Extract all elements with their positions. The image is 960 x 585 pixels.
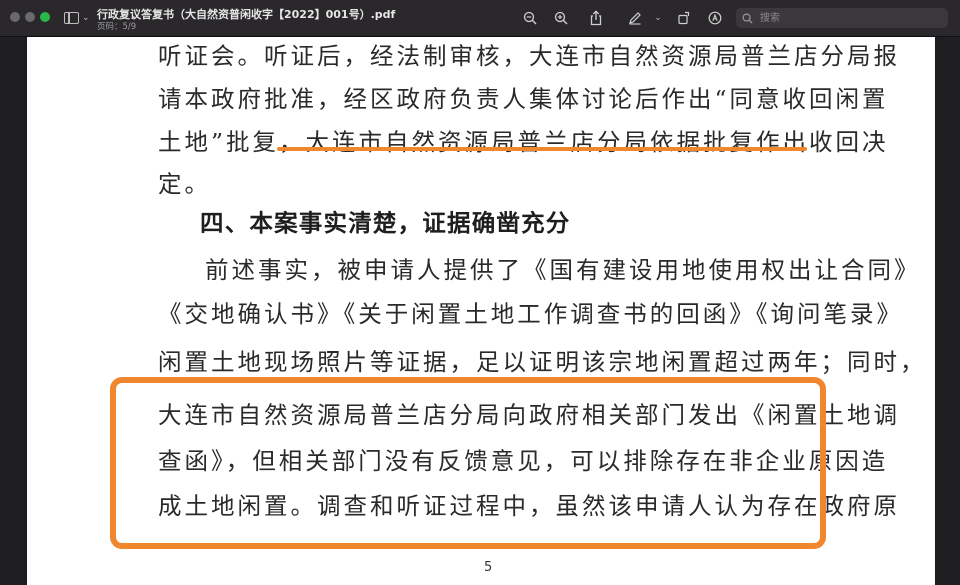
text-line: 听证会。听证后，经法制审核，大连市自然资源局普兰店分局报 xyxy=(158,42,900,70)
markup-button[interactable] xyxy=(625,8,645,28)
text-line: 土地”批复，大连市自然资源局普兰店分局依据批复作出收回决 xyxy=(158,128,889,156)
window-titlebar: ⌄ 行政复议答复书（大自然资普闲收字【2022】001号）.pdf 页码：5/9 xyxy=(0,0,960,37)
search-input[interactable] xyxy=(758,11,942,25)
section-heading: 四、本案事实清楚，证据确凿充分 xyxy=(200,209,571,237)
zoom-out-button[interactable] xyxy=(520,8,540,28)
orange-underline-annotation xyxy=(277,147,807,151)
search-icon xyxy=(742,13,753,24)
annotate-button[interactable] xyxy=(705,8,725,28)
sidebar-icon xyxy=(64,12,79,24)
page-indicator: 页码：5/9 xyxy=(97,22,137,32)
text-line: 定。 xyxy=(158,170,211,198)
rotate-icon xyxy=(678,11,690,25)
orange-highlight-box-annotation xyxy=(110,377,826,549)
document-title: 行政复议答复书（大自然资普闲收字【2022】001号）.pdf xyxy=(97,8,396,21)
page-number: 5 xyxy=(484,560,493,575)
text-line: 前述事实，被申请人提供了《国有建设用地使用权出让合同》 xyxy=(205,256,921,284)
share-button[interactable] xyxy=(586,8,606,28)
annotate-icon xyxy=(708,11,722,25)
rotate-button[interactable] xyxy=(674,8,694,28)
zoom-out-icon xyxy=(523,11,537,25)
close-window-button[interactable] xyxy=(10,12,20,22)
search-field[interactable] xyxy=(736,8,948,28)
zoom-in-icon xyxy=(554,11,568,25)
minimize-window-button[interactable] xyxy=(25,12,35,22)
text-line: 请本政府批准，经区政府负责人集体讨论后作出“同意收回闲置 xyxy=(158,85,889,113)
maximize-window-button[interactable] xyxy=(40,12,50,22)
chevron-down-icon: ⌄ xyxy=(82,13,90,23)
markup-pen-icon xyxy=(629,12,641,25)
chevron-down-icon: ⌄ xyxy=(654,13,662,23)
sidebar-toggle-button[interactable]: ⌄ xyxy=(64,10,90,26)
markup-options-chevron[interactable]: ⌄ xyxy=(651,8,665,28)
text-line: 《交地确认书》《关于闲置土地工作调查书的回函》《询问笔录》 xyxy=(158,300,903,328)
text-line: 闲置土地现场照片等证据，足以证明该宗地闲置超过两年；同时， xyxy=(158,348,927,376)
zoom-in-button[interactable] xyxy=(551,8,571,28)
share-icon xyxy=(590,10,602,26)
